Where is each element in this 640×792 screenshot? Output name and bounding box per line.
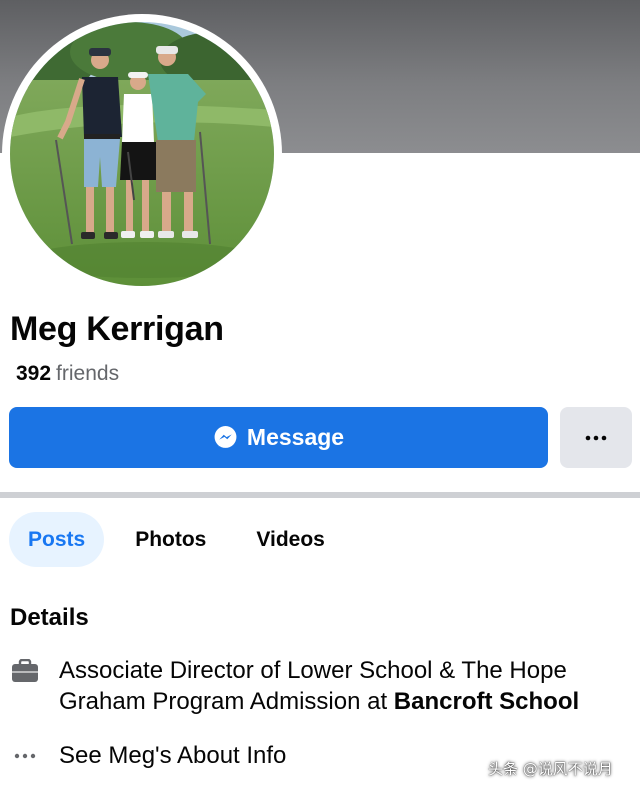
more-dots-icon [10,741,40,771]
messenger-icon [214,426,237,448]
friends-count: 392 [16,362,52,385]
profile-tabs: Posts Photos Videos [9,512,356,567]
work-description: Associate Director of Lower School & The… [59,655,624,717]
work-detail: Associate Director of Lower School & The… [10,655,624,717]
tab-photos[interactable]: Photos [116,512,225,567]
profile-name: Meg Kerrigan [10,310,224,348]
more-options-button[interactable] [560,407,632,468]
employer-link[interactable]: Bancroft School [394,688,579,715]
profile-photo-golf-image [10,22,274,286]
see-about-info-link[interactable]: See Meg's About Info [59,742,286,770]
friends-label: friends [56,362,120,385]
tab-videos[interactable]: Videos [237,512,343,567]
message-button[interactable]: Message [9,407,548,468]
see-about-info-row[interactable]: See Meg's About Info [10,741,286,771]
details-heading: Details [10,604,89,631]
tab-posts[interactable]: Posts [9,512,105,567]
message-button-label: Message [246,424,345,450]
more-dots-icon [585,435,607,440]
briefcase-icon [10,656,40,686]
profile-picture[interactable] [10,22,274,286]
friends-summary[interactable]: 392 friends [16,362,119,386]
section-divider [0,492,640,498]
watermark: 头条 @说风不说月 [488,760,613,778]
